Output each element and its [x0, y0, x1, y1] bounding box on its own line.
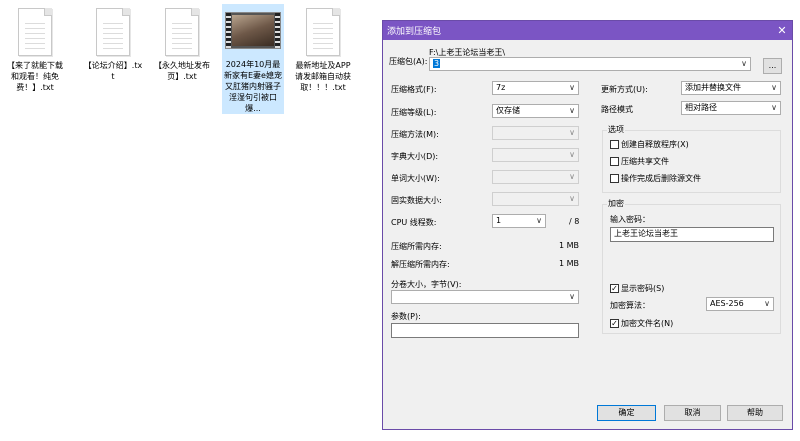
method-select[interactable]: ∨ — [492, 126, 579, 140]
level-value: 仅存储 — [496, 106, 520, 115]
chevron-down-icon: ∨ — [569, 150, 575, 159]
help-button[interactable]: 帮助 — [727, 405, 783, 421]
text-file-icon — [96, 8, 130, 56]
cpu-label: CPU 线程数: — [391, 218, 437, 227]
desktop-file-label: 【来了就能下载和观看！纯免费！】.txt — [7, 61, 63, 92]
mem-comp-label: 压缩所需内存: — [391, 242, 442, 251]
chevron-down-icon: ∨ — [569, 194, 575, 203]
options-title: 选项 — [607, 124, 625, 135]
encrypt-names-label: 加密文件名(N) — [621, 319, 674, 328]
dialog-titlebar: 添加到压缩包 ✕ — [383, 21, 792, 40]
path-mode-value: 相对路径 — [685, 103, 717, 112]
shared-label: 压缩共享文件 — [621, 157, 669, 166]
solid-select[interactable]: ∨ — [492, 192, 579, 206]
update-value: 添加并替换文件 — [685, 83, 741, 92]
format-value: 7z — [496, 83, 506, 92]
level-select[interactable]: 仅存储 ∨ — [492, 104, 579, 118]
chevron-down-icon: ∨ — [741, 59, 747, 68]
shared-checkbox[interactable]: 压缩共享文件 — [610, 156, 669, 167]
password-label: 输入密码： — [610, 215, 650, 224]
sfx-label: 创建自释放程序(X) — [621, 140, 689, 149]
dict-select[interactable]: ∨ — [492, 148, 579, 162]
encryption-title: 加密 — [607, 198, 625, 209]
show-password-label: 显示密码(S) — [621, 284, 665, 293]
desktop-file-2[interactable]: 【论坛介绍】.txt — [82, 4, 144, 82]
update-select[interactable]: 添加并替换文件 ∨ — [681, 81, 781, 95]
enc-method-select[interactable]: AES-256 ∨ — [706, 297, 774, 311]
show-password-checkbox[interactable]: ✓ 显示密码(S) — [610, 283, 664, 294]
desktop-video-file[interactable]: 2024年10月最新家有E妻e媳宠又肛猪内射骚子淫湿句引被口爆... — [222, 4, 284, 114]
desktop-file-label: 【论坛介绍】.txt — [83, 61, 143, 81]
dict-label: 字典大小(D): — [391, 152, 439, 161]
video-thumbnail-icon — [225, 12, 281, 49]
chevron-down-icon: ∨ — [764, 299, 770, 308]
encrypt-names-checkbox[interactable]: ✓ 加密文件名(N) — [610, 318, 673, 329]
chevron-down-icon: ∨ — [569, 83, 575, 92]
browse-button[interactable]: ... — [763, 58, 782, 74]
text-file-icon — [165, 8, 199, 56]
solid-label: 固实数据大小: — [391, 196, 442, 205]
path-mode-select[interactable]: 相对路径 ∨ — [681, 101, 781, 115]
archive-name-combo[interactable]: 3 ∨ — [429, 57, 751, 71]
checkmark-icon: ✓ — [610, 284, 619, 293]
desktop-file-label: 最新地址及APP请发邮箱自动获取！！！.txt — [295, 61, 351, 92]
chevron-down-icon: ∨ — [569, 172, 575, 181]
delete-source-checkbox[interactable]: 操作完成后删除源文件 — [610, 173, 701, 184]
desktop-file-5[interactable]: 最新地址及APP请发邮箱自动获取！！！.txt — [292, 4, 354, 93]
chevron-down-icon: ∨ — [536, 216, 542, 225]
text-file-icon — [18, 8, 52, 56]
text-file-icon — [306, 8, 340, 56]
split-size-combo[interactable]: ∨ — [391, 290, 579, 304]
desktop-file-1[interactable]: 【来了就能下载和观看！纯免费！】.txt — [4, 4, 66, 93]
params-input[interactable] — [391, 323, 579, 338]
cpu-total: / 8 — [569, 217, 580, 226]
checkbox-icon — [610, 140, 619, 149]
format-label: 压缩格式(F): — [391, 85, 437, 94]
path-mode-label: 路径模式 — [601, 105, 633, 114]
desktop-file-3[interactable]: 【永久地址发布页】.txt — [151, 4, 213, 82]
chevron-down-icon: ∨ — [771, 83, 777, 92]
mem-decomp-value: 1 MB — [559, 259, 580, 268]
checkmark-icon: ✓ — [610, 319, 619, 328]
word-label: 单词大小(W): — [391, 174, 440, 183]
enc-method-value: AES-256 — [710, 299, 744, 308]
ok-button[interactable]: 确定 — [597, 405, 656, 421]
format-select[interactable]: 7z ∨ — [492, 81, 579, 95]
password-input[interactable]: 上老王论坛当老王 — [610, 227, 774, 242]
delete-source-label: 操作完成后删除源文件 — [621, 174, 701, 183]
archive-name-value: 3 — [433, 59, 441, 68]
cpu-select[interactable]: 1 ∨ — [492, 214, 546, 228]
add-to-archive-dialog: 添加到压缩包 ✕ 压缩包(A): F:\上老王论坛当老王\ 3 ∨ ... 压缩… — [382, 20, 793, 430]
cpu-value: 1 — [496, 216, 502, 225]
password-value: 上老王论坛当老王 — [614, 229, 678, 238]
chevron-down-icon: ∨ — [569, 292, 575, 301]
mem-decomp-label: 解压缩所需内存: — [391, 260, 450, 269]
level-label: 压缩等级(L): — [391, 108, 437, 117]
checkbox-icon — [610, 157, 619, 166]
dialog-title: 添加到压缩包 — [387, 27, 442, 37]
params-label: 参数(P): — [391, 312, 421, 321]
cancel-button[interactable]: 取消 — [664, 405, 721, 421]
enc-method-label: 加密算法： — [610, 301, 650, 310]
close-icon[interactable]: ✕ — [772, 24, 792, 37]
desktop-file-label: 2024年10月最新家有E妻e媳宠又肛猪内射骚子淫湿句引被口爆... — [224, 60, 282, 113]
sfx-checkbox[interactable]: 创建自释放程序(X) — [610, 139, 689, 150]
archive-label: 压缩包(A): — [389, 57, 428, 66]
checkbox-icon — [610, 174, 619, 183]
split-label: 分卷大小，字节(V): — [391, 280, 462, 289]
chevron-down-icon: ∨ — [569, 106, 575, 115]
desktop-file-label: 【永久地址发布页】.txt — [154, 61, 210, 81]
chevron-down-icon: ∨ — [569, 128, 575, 137]
chevron-down-icon: ∨ — [771, 103, 777, 112]
update-label: 更新方式(U): — [601, 85, 648, 94]
method-label: 压缩方法(M): — [391, 130, 439, 139]
mem-comp-value: 1 MB — [559, 241, 580, 250]
word-select[interactable]: ∨ — [492, 170, 579, 184]
